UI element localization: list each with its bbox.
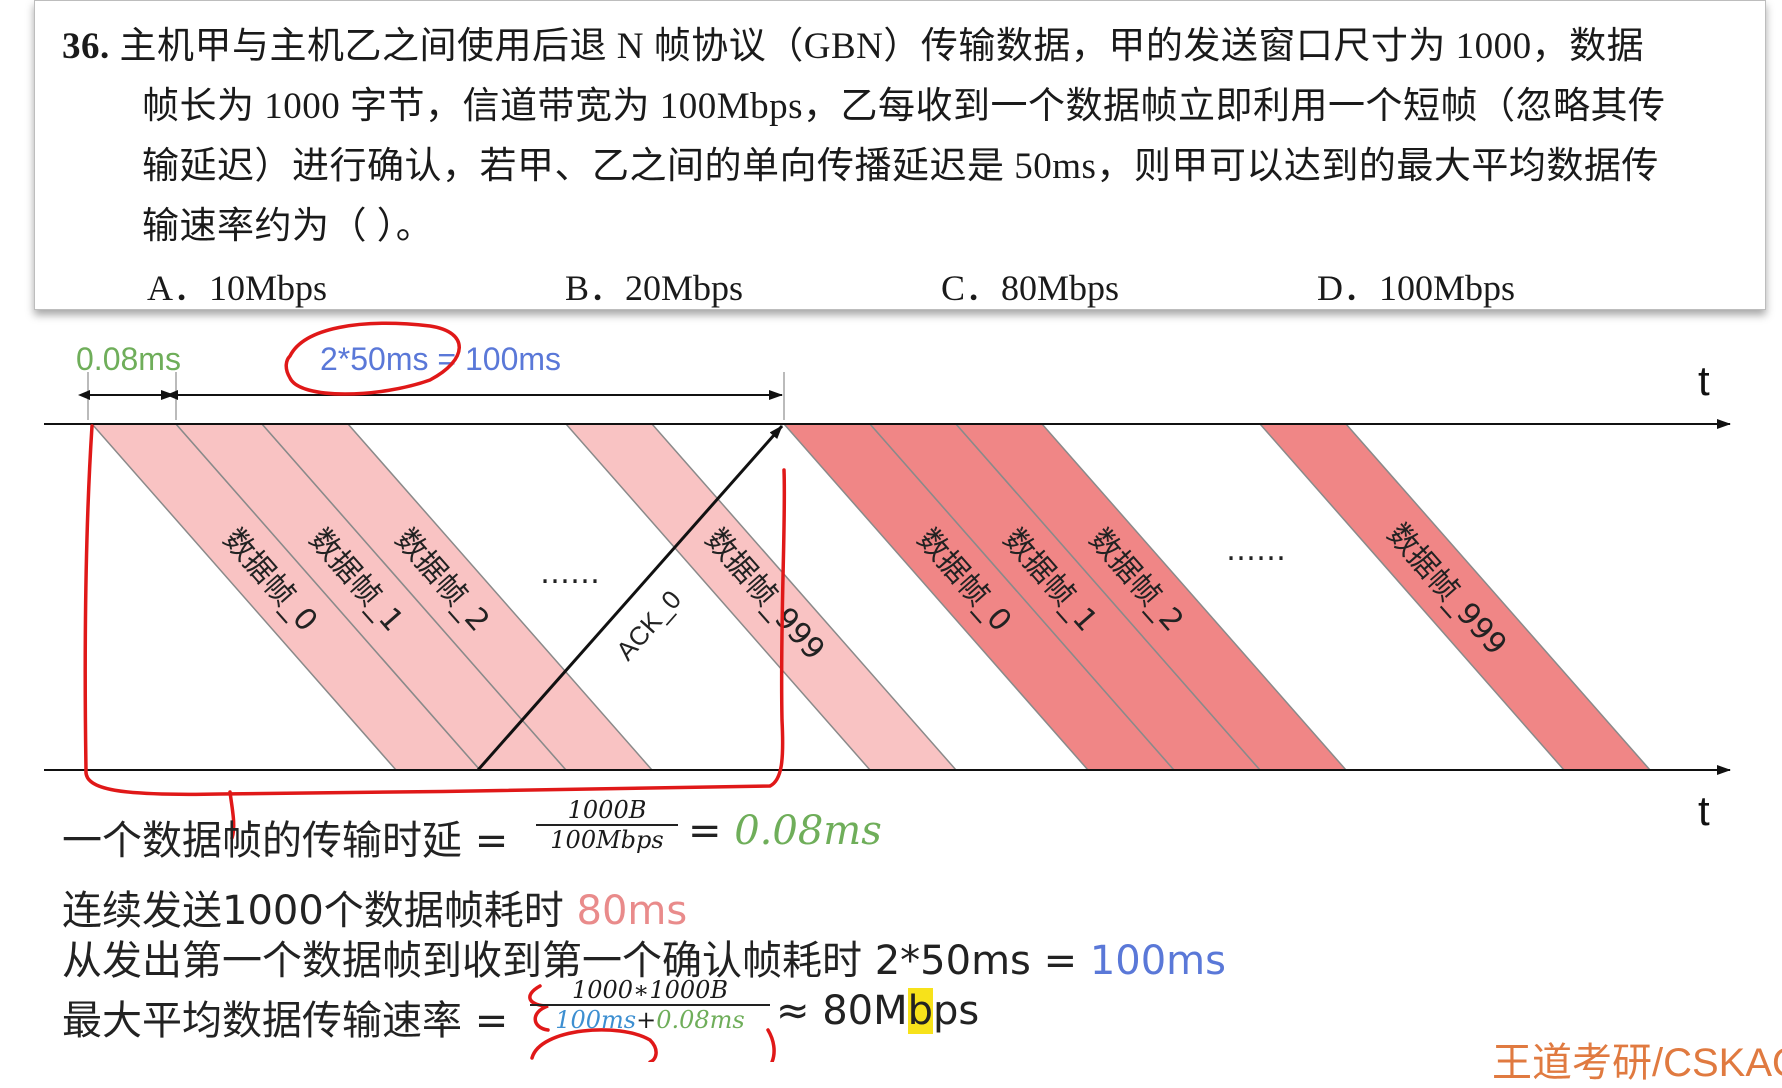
red-circle-denominator bbox=[530, 1028, 658, 1062]
fraction-numerator: 1000B bbox=[536, 796, 678, 826]
rate-result-part: ps bbox=[933, 988, 980, 1034]
calc-line-4: 最大平均数据传输速率 = bbox=[62, 988, 508, 1046]
fraction-rate-denominator: 100ms+0.08ms bbox=[530, 1006, 770, 1034]
ellipsis: …… bbox=[1226, 533, 1286, 568]
ellipsis: …… bbox=[540, 556, 600, 591]
calc-line-4-text: 最大平均数据传输速率 = bbox=[62, 998, 509, 1044]
plus-sign: + bbox=[636, 1006, 657, 1034]
highlighted-b: b bbox=[907, 988, 934, 1034]
second-window-frames bbox=[782, 423, 1652, 771]
calc-line-1-result: = 0.08ms bbox=[688, 808, 882, 854]
fraction-denominator: 100Mbps bbox=[550, 826, 664, 854]
equals-sign: = bbox=[688, 808, 722, 854]
rate-result-part: ≈ 80M bbox=[776, 988, 908, 1034]
denominator-rtt: 100ms bbox=[555, 1006, 637, 1034]
tx-delay-result: 0.08ms bbox=[734, 808, 882, 854]
watermark: 王道考研/CSKAO bbox=[1492, 1041, 1782, 1085]
red-mark bbox=[766, 1028, 776, 1062]
ack-label: ACK_0 bbox=[610, 584, 687, 666]
calc-line-1-text: 一个数据帧的传输时延 = bbox=[62, 818, 509, 864]
axis-label-top: t bbox=[1698, 357, 1710, 404]
calc-line-1: 一个数据帧的传输时延 = bbox=[62, 808, 508, 866]
rtt-value: 100ms bbox=[1089, 938, 1226, 984]
axis-label-bottom: t bbox=[1698, 787, 1710, 834]
rate-numerator-text: 1000∗1000B bbox=[571, 976, 729, 1004]
fraction-tx-delay: 1000B 100Mbps bbox=[536, 796, 678, 854]
denominator-tx: 0.08ms bbox=[656, 1006, 745, 1034]
rtt-expression: 2*50ms = bbox=[874, 938, 1078, 984]
tx-time-label: 0.08ms bbox=[76, 341, 181, 377]
fraction-rate: 1000∗1000B 100ms+0.08ms bbox=[530, 976, 770, 1034]
calc-line-4-result: ≈ 80Mbps bbox=[776, 988, 979, 1034]
fraction-rate-numerator: 1000∗1000B bbox=[530, 976, 770, 1006]
